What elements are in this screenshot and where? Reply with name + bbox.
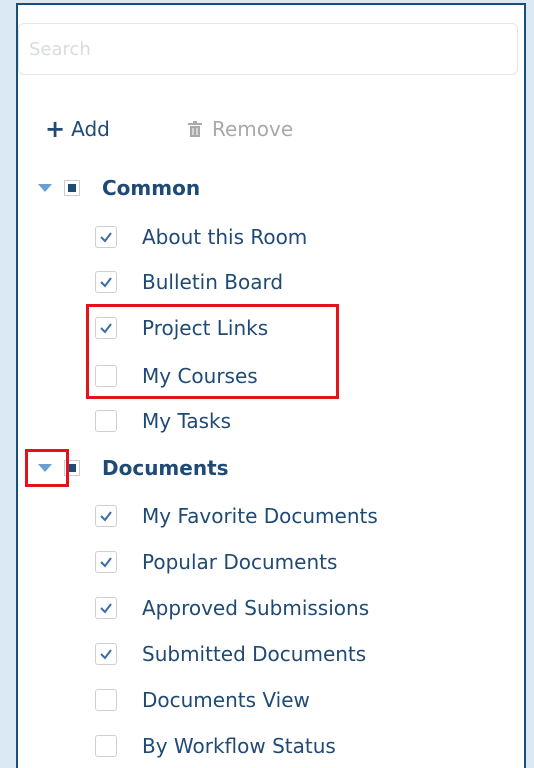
checkmark-icon (100, 557, 112, 568)
checkmark-icon (100, 277, 112, 288)
checkbox[interactable] (95, 317, 117, 339)
tree-group-documents: Documents (38, 452, 229, 484)
tree-item-by-workflow-status[interactable]: By Workflow Status (95, 730, 336, 762)
tree-group-common: Common (38, 172, 200, 204)
checkbox[interactable] (95, 551, 117, 573)
item-label: Approved Submissions (142, 596, 370, 620)
tree-item-documents-view[interactable]: Documents View (95, 684, 310, 716)
checkmark-icon (100, 232, 112, 243)
checkbox[interactable] (95, 505, 117, 527)
checkbox[interactable] (95, 643, 117, 665)
group-label: Common (102, 176, 201, 200)
tree-item-my-tasks[interactable]: My Tasks (95, 405, 231, 437)
item-label: My Tasks (142, 409, 232, 433)
remove-label: Remove (212, 117, 294, 141)
partial-checkbox[interactable] (64, 460, 80, 476)
item-label: Bulletin Board (142, 270, 284, 294)
expand-caret-icon[interactable] (38, 184, 52, 192)
checkbox[interactable] (95, 271, 117, 293)
item-label: My Favorite Documents (142, 504, 378, 528)
checkbox[interactable] (95, 597, 117, 619)
item-label: About this Room (142, 225, 308, 249)
tree-item-popular-documents[interactable]: Popular Documents (95, 546, 337, 578)
tree-item-my-courses[interactable]: My Courses (95, 360, 258, 392)
checkbox[interactable] (95, 689, 117, 711)
tree-item-submitted-documents[interactable]: Submitted Documents (95, 638, 366, 670)
plus-icon: + (45, 115, 66, 143)
checkmark-icon (100, 511, 112, 522)
tree-item-about-this-room[interactable]: About this Room (95, 221, 307, 253)
checkbox[interactable] (95, 735, 117, 757)
checkmark-icon (100, 603, 112, 614)
add-button[interactable]: + Add (45, 114, 110, 144)
remove-button[interactable]: Remove (188, 114, 293, 144)
tree-item-project-links[interactable]: Project Links (95, 312, 268, 344)
tree-item-approved-submissions[interactable]: Approved Submissions (95, 592, 369, 624)
checkmark-icon (100, 649, 112, 660)
checkbox[interactable] (95, 410, 117, 432)
expand-caret-icon[interactable] (38, 464, 52, 472)
item-label: Project Links (142, 316, 269, 340)
item-label: Submitted Documents (142, 642, 367, 666)
checkbox[interactable] (95, 226, 117, 248)
partial-checkbox[interactable] (64, 180, 80, 196)
checkmark-icon (100, 323, 112, 334)
search-input[interactable] (18, 23, 518, 75)
tree-item-my-favorite-documents[interactable]: My Favorite Documents (95, 500, 378, 532)
item-label: By Workflow Status (142, 734, 336, 758)
checkbox[interactable] (95, 365, 117, 387)
item-label: My Courses (142, 364, 258, 388)
trash-icon (188, 121, 202, 137)
tree-item-bulletin-board[interactable]: Bulletin Board (95, 266, 283, 298)
item-label: Documents View (142, 688, 310, 712)
add-label: Add (71, 117, 110, 141)
group-label: Documents (102, 456, 229, 480)
item-label: Popular Documents (142, 550, 338, 574)
